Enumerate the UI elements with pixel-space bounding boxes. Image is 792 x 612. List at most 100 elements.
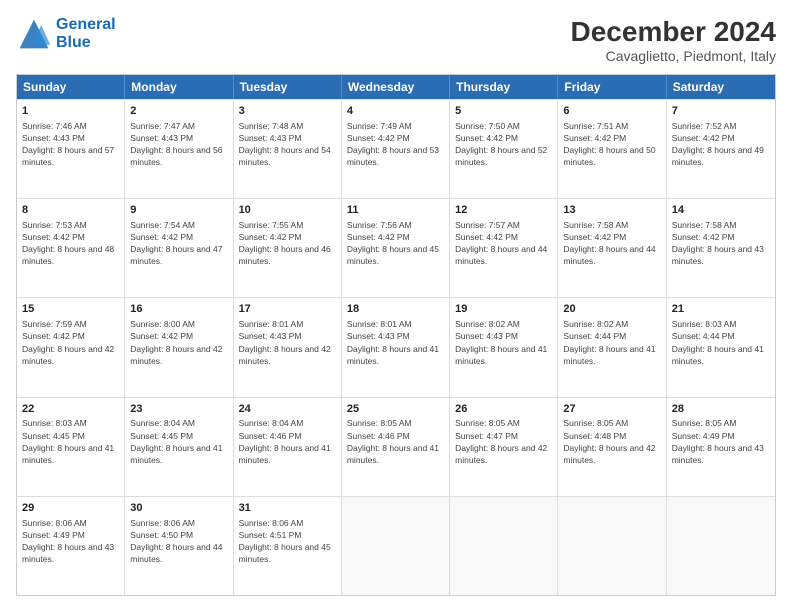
calendar-cell: 21 Sunrise: 8:03 AMSunset: 4:44 PMDaylig… [667,298,775,396]
day-number: 22 [22,402,119,417]
day-number: 19 [455,302,552,317]
calendar-cell: 2 Sunrise: 7:47 AMSunset: 4:43 PMDayligh… [125,100,233,198]
day-number: 24 [239,402,336,417]
calendar-cell: 14 Sunrise: 7:58 AMSunset: 4:42 PMDaylig… [667,199,775,297]
calendar-header: SundayMondayTuesdayWednesdayThursdayFrid… [17,75,775,99]
day-info: Sunrise: 8:01 AMSunset: 4:43 PMDaylight:… [239,319,331,365]
calendar-row: 22 Sunrise: 8:03 AMSunset: 4:45 PMDaylig… [17,397,775,496]
day-info: Sunrise: 8:06 AMSunset: 4:49 PMDaylight:… [22,518,114,564]
calendar-cell: 15 Sunrise: 7:59 AMSunset: 4:42 PMDaylig… [17,298,125,396]
calendar-cell: 3 Sunrise: 7:48 AMSunset: 4:43 PMDayligh… [234,100,342,198]
day-number: 6 [563,104,660,119]
calendar-cell: 31 Sunrise: 8:06 AMSunset: 4:51 PMDaylig… [234,497,342,595]
calendar: SundayMondayTuesdayWednesdayThursdayFrid… [16,74,776,596]
day-number: 13 [563,203,660,218]
calendar-cell: 1 Sunrise: 7:46 AMSunset: 4:43 PMDayligh… [17,100,125,198]
day-info: Sunrise: 7:58 AMSunset: 4:42 PMDaylight:… [672,220,764,266]
day-info: Sunrise: 7:59 AMSunset: 4:42 PMDaylight:… [22,319,114,365]
day-number: 20 [563,302,660,317]
main-title: December 2024 [571,16,776,48]
weekday-header: Friday [558,75,666,99]
day-number: 9 [130,203,227,218]
calendar-row: 29 Sunrise: 8:06 AMSunset: 4:49 PMDaylig… [17,496,775,595]
day-number: 23 [130,402,227,417]
day-number: 11 [347,203,444,218]
day-info: Sunrise: 7:54 AMSunset: 4:42 PMDaylight:… [130,220,222,266]
calendar-cell: 16 Sunrise: 8:00 AMSunset: 4:42 PMDaylig… [125,298,233,396]
day-info: Sunrise: 8:05 AMSunset: 4:47 PMDaylight:… [455,418,547,464]
header: General Blue December 2024 Cavaglietto, … [16,16,776,64]
calendar-cell: 18 Sunrise: 8:01 AMSunset: 4:43 PMDaylig… [342,298,450,396]
day-number: 17 [239,302,336,317]
calendar-cell: 5 Sunrise: 7:50 AMSunset: 4:42 PMDayligh… [450,100,558,198]
calendar-cell: 23 Sunrise: 8:04 AMSunset: 4:45 PMDaylig… [125,398,233,496]
day-number: 25 [347,402,444,417]
logo-icon [16,16,52,52]
day-number: 10 [239,203,336,218]
day-info: Sunrise: 8:05 AMSunset: 4:48 PMDaylight:… [563,418,655,464]
day-info: Sunrise: 7:48 AMSunset: 4:43 PMDaylight:… [239,121,331,167]
day-number: 30 [130,501,227,516]
weekday-header: Thursday [450,75,558,99]
calendar-cell: 11 Sunrise: 7:56 AMSunset: 4:42 PMDaylig… [342,199,450,297]
day-number: 18 [347,302,444,317]
day-number: 26 [455,402,552,417]
day-number: 16 [130,302,227,317]
calendar-cell: 22 Sunrise: 8:03 AMSunset: 4:45 PMDaylig… [17,398,125,496]
logo-text: General Blue [56,16,116,51]
day-info: Sunrise: 7:53 AMSunset: 4:42 PMDaylight:… [22,220,114,266]
day-number: 21 [672,302,770,317]
day-info: Sunrise: 8:02 AMSunset: 4:43 PMDaylight:… [455,319,547,365]
logo: General Blue [16,16,116,52]
weekday-header: Saturday [667,75,775,99]
day-info: Sunrise: 7:52 AMSunset: 4:42 PMDaylight:… [672,121,764,167]
calendar-cell: 4 Sunrise: 7:49 AMSunset: 4:42 PMDayligh… [342,100,450,198]
day-info: Sunrise: 8:02 AMSunset: 4:44 PMDaylight:… [563,319,655,365]
day-info: Sunrise: 8:06 AMSunset: 4:50 PMDaylight:… [130,518,222,564]
day-info: Sunrise: 8:05 AMSunset: 4:46 PMDaylight:… [347,418,439,464]
page: General Blue December 2024 Cavaglietto, … [0,0,792,612]
day-info: Sunrise: 7:55 AMSunset: 4:42 PMDaylight:… [239,220,331,266]
calendar-cell: 20 Sunrise: 8:02 AMSunset: 4:44 PMDaylig… [558,298,666,396]
calendar-cell: 24 Sunrise: 8:04 AMSunset: 4:46 PMDaylig… [234,398,342,496]
day-info: Sunrise: 8:03 AMSunset: 4:44 PMDaylight:… [672,319,764,365]
calendar-cell: 8 Sunrise: 7:53 AMSunset: 4:42 PMDayligh… [17,199,125,297]
logo-general: General [56,16,116,33]
day-number: 5 [455,104,552,119]
subtitle: Cavaglietto, Piedmont, Italy [571,48,776,64]
calendar-row: 15 Sunrise: 7:59 AMSunset: 4:42 PMDaylig… [17,297,775,396]
weekday-header: Wednesday [342,75,450,99]
day-number: 8 [22,203,119,218]
day-number: 15 [22,302,119,317]
calendar-cell: 12 Sunrise: 7:57 AMSunset: 4:42 PMDaylig… [450,199,558,297]
day-number: 31 [239,501,336,516]
day-number: 7 [672,104,770,119]
calendar-cell: 9 Sunrise: 7:54 AMSunset: 4:42 PMDayligh… [125,199,233,297]
day-number: 12 [455,203,552,218]
day-info: Sunrise: 7:56 AMSunset: 4:42 PMDaylight:… [347,220,439,266]
calendar-cell: 6 Sunrise: 7:51 AMSunset: 4:42 PMDayligh… [558,100,666,198]
calendar-cell [667,497,775,595]
logo-blue: Blue [56,34,116,52]
calendar-cell: 27 Sunrise: 8:05 AMSunset: 4:48 PMDaylig… [558,398,666,496]
calendar-cell: 30 Sunrise: 8:06 AMSunset: 4:50 PMDaylig… [125,497,233,595]
day-info: Sunrise: 7:58 AMSunset: 4:42 PMDaylight:… [563,220,655,266]
calendar-cell: 25 Sunrise: 8:05 AMSunset: 4:46 PMDaylig… [342,398,450,496]
day-number: 28 [672,402,770,417]
weekday-header: Tuesday [234,75,342,99]
calendar-cell: 28 Sunrise: 8:05 AMSunset: 4:49 PMDaylig… [667,398,775,496]
calendar-cell: 7 Sunrise: 7:52 AMSunset: 4:42 PMDayligh… [667,100,775,198]
calendar-row: 1 Sunrise: 7:46 AMSunset: 4:43 PMDayligh… [17,99,775,198]
day-number: 3 [239,104,336,119]
day-info: Sunrise: 8:01 AMSunset: 4:43 PMDaylight:… [347,319,439,365]
day-number: 29 [22,501,119,516]
day-number: 14 [672,203,770,218]
calendar-cell: 13 Sunrise: 7:58 AMSunset: 4:42 PMDaylig… [558,199,666,297]
weekday-header: Sunday [17,75,125,99]
day-info: Sunrise: 7:47 AMSunset: 4:43 PMDaylight:… [130,121,222,167]
calendar-cell: 26 Sunrise: 8:05 AMSunset: 4:47 PMDaylig… [450,398,558,496]
day-info: Sunrise: 7:57 AMSunset: 4:42 PMDaylight:… [455,220,547,266]
day-info: Sunrise: 8:03 AMSunset: 4:45 PMDaylight:… [22,418,114,464]
day-info: Sunrise: 8:04 AMSunset: 4:45 PMDaylight:… [130,418,222,464]
day-info: Sunrise: 8:00 AMSunset: 4:42 PMDaylight:… [130,319,222,365]
